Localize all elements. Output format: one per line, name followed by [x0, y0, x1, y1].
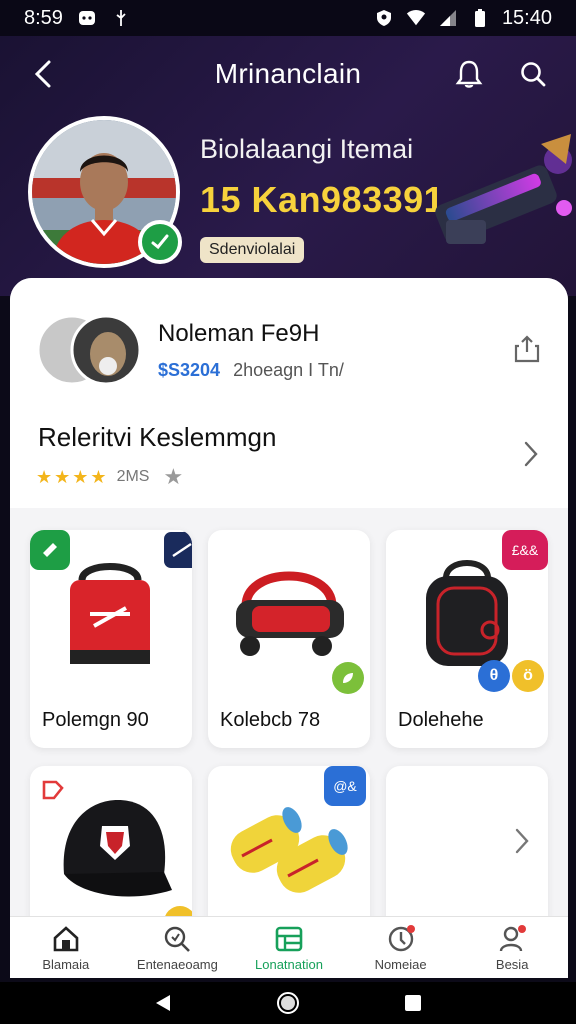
brand-badge	[162, 530, 192, 570]
product-label: Polemgn 90	[42, 709, 149, 731]
share-button[interactable]	[510, 332, 544, 366]
hero-banner: Mrinanclain Biolalaangi Itemai 15 Kan983…	[0, 36, 576, 296]
product-card[interactable]: Kolebcb 78	[208, 530, 370, 748]
tab-home[interactable]: Blamaia	[10, 917, 122, 978]
triangle-back-icon	[155, 995, 170, 1011]
search-icon	[161, 923, 193, 955]
black-cap-image	[63, 800, 172, 897]
round-badge-text: θ	[489, 667, 499, 684]
back-button[interactable]	[26, 57, 60, 91]
top-app-bar: Mrinanclain	[0, 36, 576, 112]
tab-explore[interactable]: Entenaeoamg	[122, 917, 234, 978]
share-icon	[514, 335, 540, 363]
notifications-button[interactable]	[452, 57, 486, 91]
product-card[interactable]	[30, 766, 192, 936]
system-home-button[interactable]	[270, 985, 306, 1021]
profile-avatar-wrap[interactable]	[28, 116, 182, 268]
black-backpack-image	[426, 560, 508, 666]
tab-label: Blamaia	[42, 957, 90, 972]
rating-count: 2MS	[116, 468, 150, 485]
search-button[interactable]	[516, 57, 550, 91]
seller-price: $S3204	[158, 360, 221, 380]
verified-badge	[138, 220, 182, 264]
back-arrow-icon	[34, 60, 51, 88]
product-label: Kolebcb 78	[220, 709, 321, 731]
product-card[interactable]: £&& θ ö Dolehehe	[386, 530, 548, 748]
massage-gun-image	[236, 571, 344, 656]
product-label: Dolehehe	[398, 709, 484, 731]
search-icon	[521, 62, 546, 87]
circle-home-icon	[276, 992, 299, 1014]
hero-text: Biolalaangi Itemai 15 Kan983391 Sdenviol…	[200, 134, 444, 263]
rating-title: Releritvi Keslemmgn	[38, 422, 277, 452]
system-navigation	[0, 982, 576, 1024]
round-badge: ö	[512, 660, 544, 692]
brand-icon	[172, 543, 192, 557]
leaf-icon	[343, 673, 353, 683]
star-icon: ★	[36, 467, 53, 487]
hero-headline: Biolalaangi Itemai	[200, 134, 414, 164]
wifi-icon	[406, 8, 426, 28]
chevron-right-icon	[524, 441, 538, 467]
bell-icon	[455, 60, 483, 88]
product-card[interactable]	[386, 766, 548, 936]
vpn-icon	[374, 8, 394, 28]
tab-label: Besia	[495, 957, 529, 972]
round-badge-text: ö	[523, 667, 533, 684]
signal-icon	[438, 8, 458, 28]
hero-price: 15 Kan983391	[200, 179, 445, 220]
system-back-button[interactable]	[145, 985, 181, 1021]
round-badge: θ	[478, 660, 510, 692]
home-icon	[50, 923, 82, 955]
seller-row[interactable]: Noleman Fe9H $S3204 2hoeagn I Tn/	[10, 278, 568, 390]
promo-image	[426, 124, 576, 264]
tag-icon	[43, 543, 57, 557]
seller-subtext: 2hoeagn I Tn/	[233, 360, 344, 380]
notification-dot	[406, 925, 415, 933]
red-bag-image	[70, 563, 150, 664]
grid-icon	[273, 923, 305, 955]
usb-icon	[111, 8, 131, 28]
seller-avatar	[36, 310, 142, 390]
rating-stars: ★ ★ ★ ★ 2MS ★	[36, 464, 183, 490]
tab-label: Lonatnation	[255, 957, 323, 972]
square-recents-icon	[405, 995, 422, 1011]
battery-icon	[470, 8, 490, 28]
tag-text: @&	[333, 778, 357, 794]
product-card[interactable]: @&	[208, 766, 370, 936]
tab-label: Entenaeoamg	[136, 957, 218, 972]
check-icon	[151, 234, 169, 250]
seller-meta: $S3204 2hoeagn I Tn/	[158, 360, 344, 381]
chevron-right-icon	[515, 828, 529, 854]
status-bar: 8:59 15:40	[0, 0, 576, 36]
message-icon	[77, 8, 97, 28]
favorite-star-icon[interactable]: ★	[163, 464, 183, 490]
rating-row[interactable]: Releritvi Keslemmgn ★ ★ ★ ★ 2MS ★	[10, 390, 568, 508]
star-icon: ★	[90, 467, 107, 487]
bottom-nav: Blamaia Entenaeoamg Lonatnation Nomeiae …	[10, 916, 568, 978]
star-icon: ★	[54, 467, 71, 487]
star-icon: ★	[72, 467, 89, 487]
seller-name: Noleman Fe9H	[158, 320, 320, 347]
status-time-left: 8:59	[24, 6, 63, 29]
status-clock: 15:40	[501, 6, 552, 29]
rating-chevron-button[interactable]	[514, 430, 548, 478]
tab-label: Nomeiae	[374, 957, 427, 972]
more-products-button[interactable]	[510, 824, 534, 858]
tab-location[interactable]: Lonatnation	[233, 917, 345, 978]
product-card[interactable]: Polemgn 90	[30, 530, 192, 748]
tab-profile[interactable]: Besia	[456, 917, 568, 978]
yellow-rolls-image	[230, 807, 348, 893]
tab-notifications[interactable]: Nomeiae	[345, 917, 457, 978]
round-badge	[332, 662, 364, 694]
alert-icon	[385, 923, 417, 955]
profile-icon	[496, 923, 528, 955]
hero-chip[interactable]: Sdenviolalai	[200, 237, 305, 263]
content-sheet: Noleman Fe9H $S3204 2hoeagn I Tn/ Releri…	[10, 278, 568, 978]
system-recents-button[interactable]	[395, 985, 431, 1021]
